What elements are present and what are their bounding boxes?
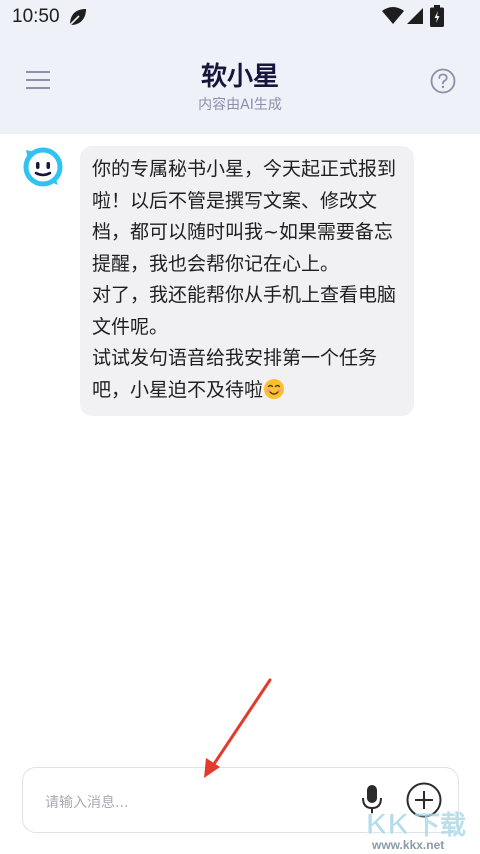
svg-text:KK: KK	[366, 808, 410, 841]
help-icon[interactable]	[430, 68, 456, 94]
leaf-icon	[69, 9, 86, 26]
wifi-icon	[382, 7, 404, 24]
svg-text:下载: 下载	[414, 811, 466, 841]
ai-disclaimer: 内容由AI生成	[198, 97, 282, 113]
app-header: 软小星 内容由AI生成	[0, 34, 480, 134]
battery-icon	[430, 5, 444, 27]
bot-avatar-icon	[23, 147, 63, 187]
assistant-message-bubble: 你的专属秘书小星，今天起正式报到啦！以后不管是撰写文案、修改文档，都可以随时叫我…	[80, 146, 414, 416]
app-title: 软小星	[200, 62, 279, 92]
status-time: 10:50	[12, 6, 60, 27]
status-bar: 10:50	[0, 0, 480, 34]
signal-icon	[407, 8, 423, 24]
top-region: 10:50 软小星 内容由AI生成	[0, 0, 480, 134]
message-input[interactable]: 请输入消息...	[45, 792, 128, 812]
watermark-url: www.kkx.net	[372, 838, 445, 852]
smiling-face-emoji	[264, 378, 285, 399]
message-text: 你的专属秘书小星，今天起正式报到啦！以后不管是撰写文案、修改文档，都可以随时叫我…	[92, 158, 397, 401]
red-arrow-annotation	[204, 678, 272, 778]
